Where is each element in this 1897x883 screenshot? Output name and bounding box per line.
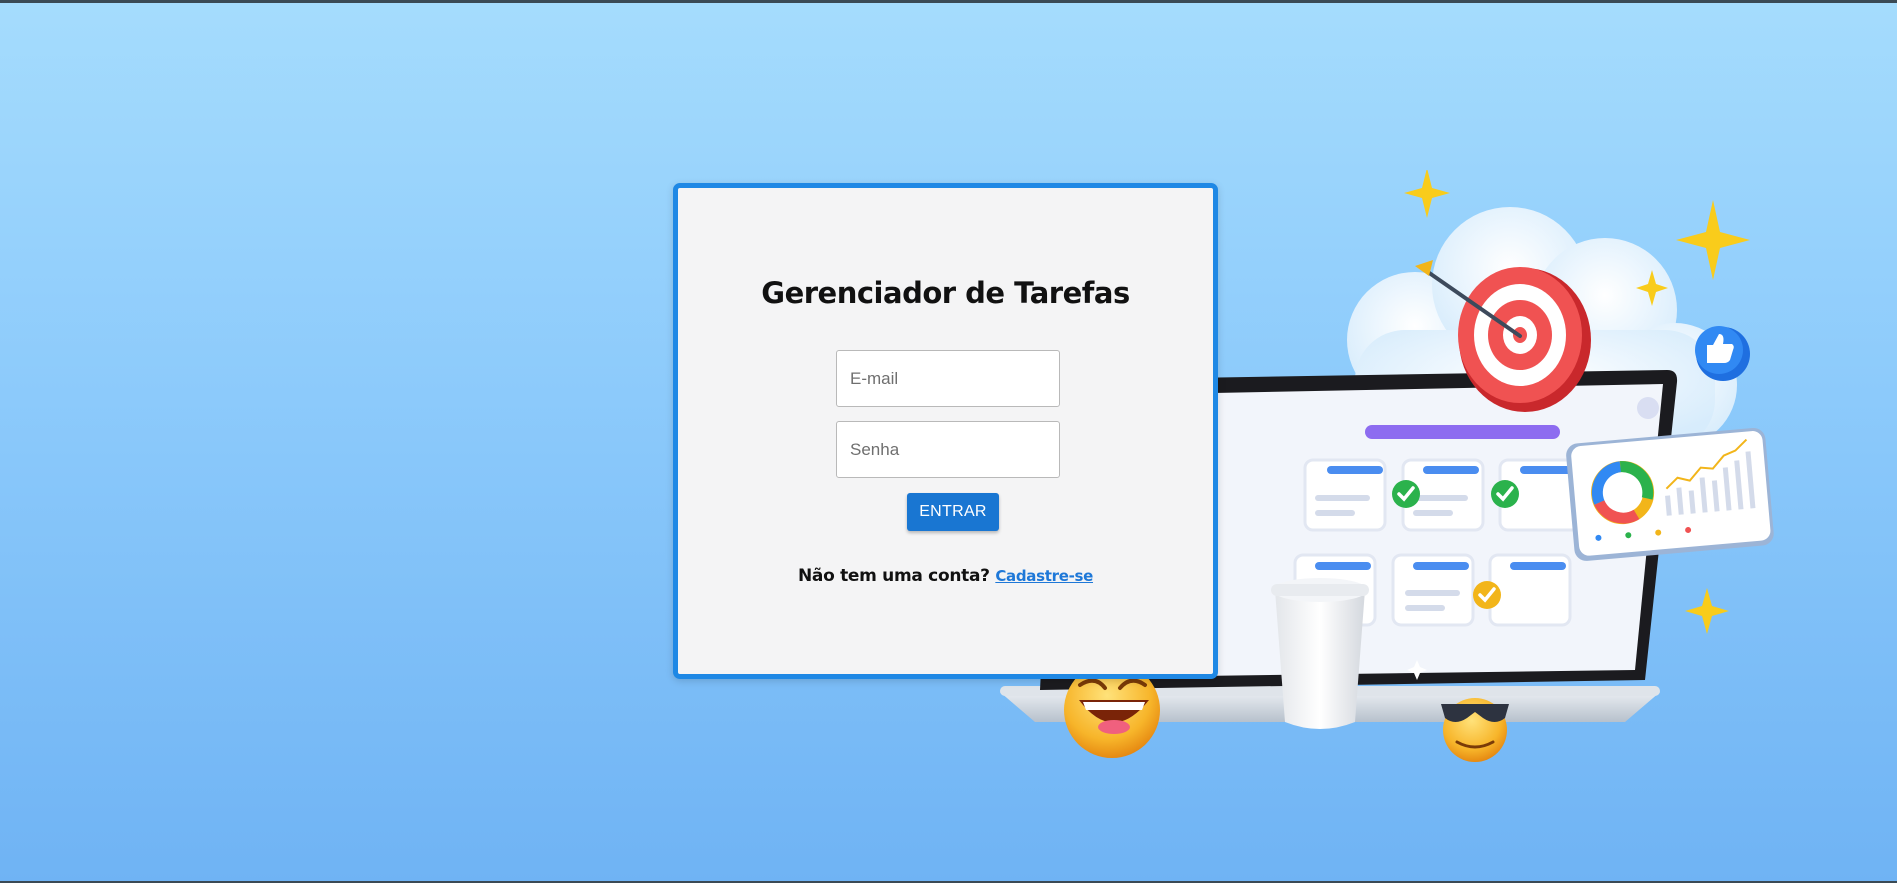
coffee-cup-icon bbox=[1271, 578, 1369, 729]
page-title: Gerenciador de Tarefas bbox=[761, 276, 1130, 310]
login-card: Gerenciador de Tarefas ENTRAR Não tem um… bbox=[673, 183, 1218, 679]
signup-row: Não tem uma conta? Cadastre-se bbox=[678, 566, 1213, 586]
email-field[interactable] bbox=[836, 350, 1060, 407]
signup-link[interactable]: Cadastre-se bbox=[995, 567, 1093, 585]
window-top-border bbox=[0, 0, 1897, 3]
login-button[interactable]: ENTRAR bbox=[907, 493, 999, 531]
analytics-panel bbox=[1566, 427, 1774, 561]
password-field[interactable] bbox=[836, 421, 1060, 478]
cool-emoji-icon bbox=[1441, 698, 1509, 762]
target-icon bbox=[1458, 267, 1591, 412]
signup-prompt: Não tem uma conta? bbox=[797, 566, 990, 586]
